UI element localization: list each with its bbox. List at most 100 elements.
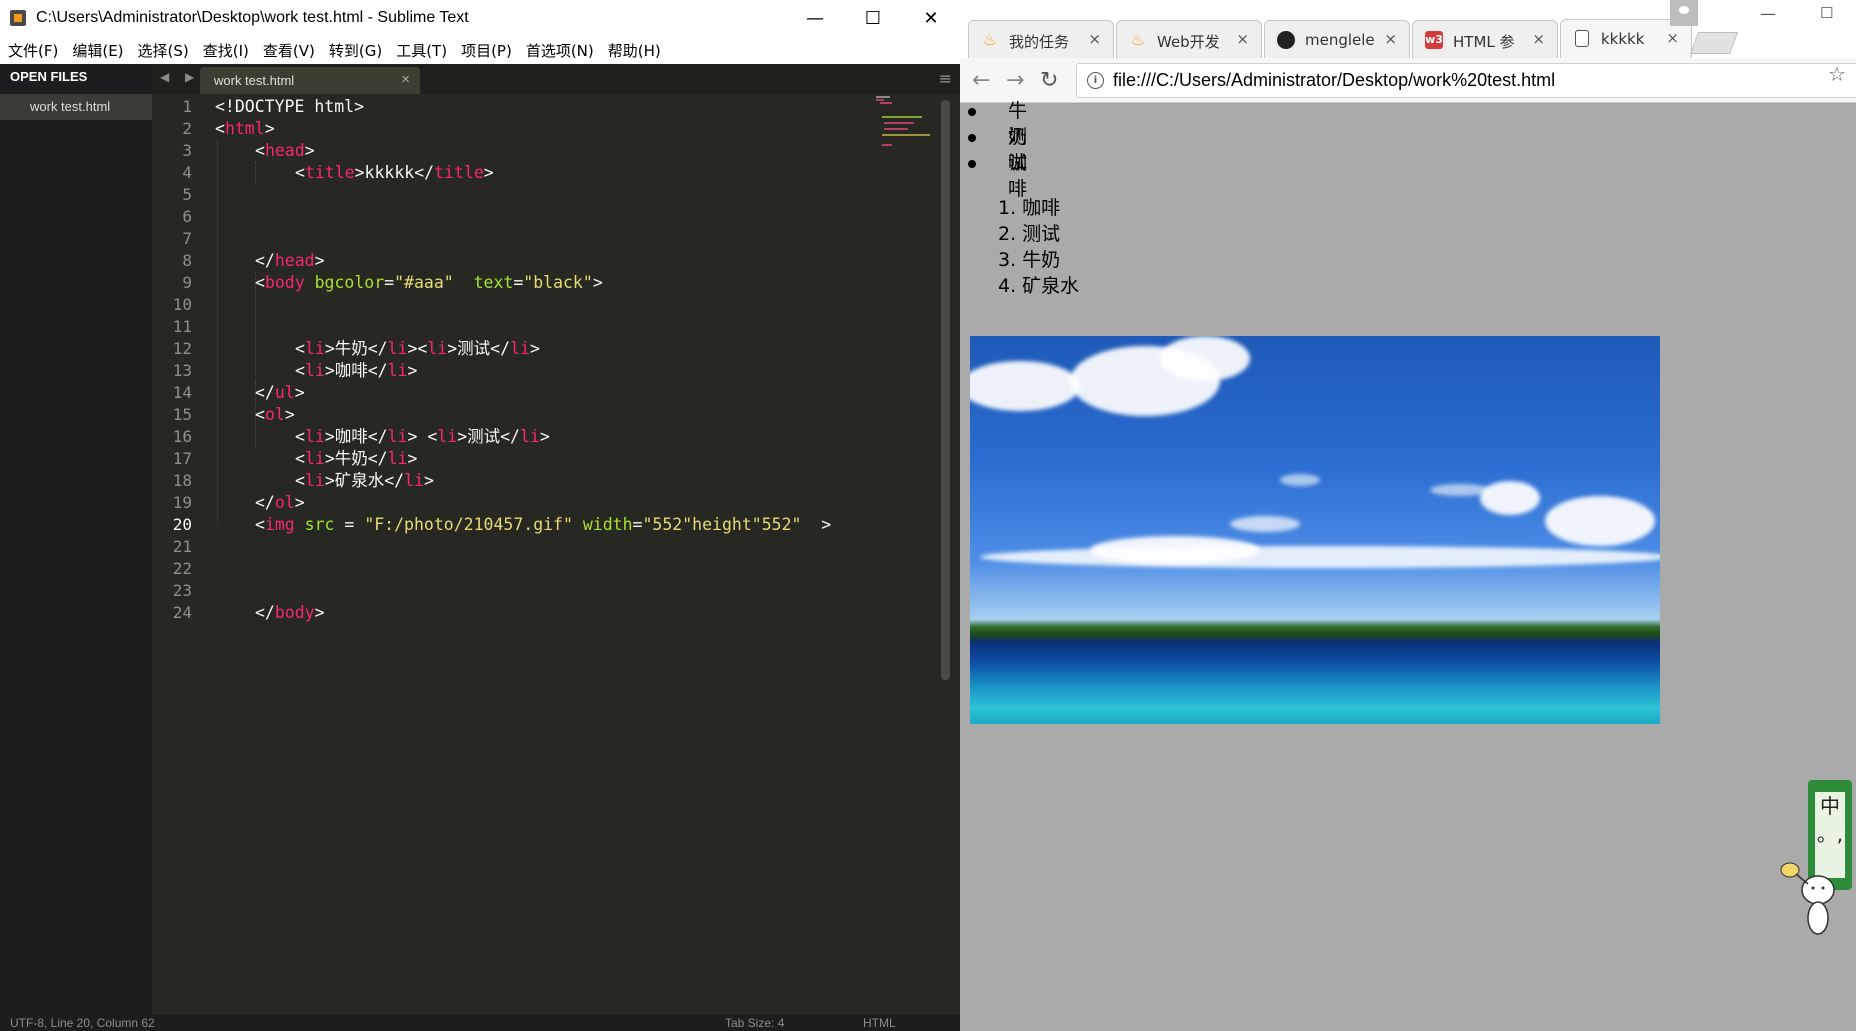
code-line-24: </body> [255, 603, 325, 622]
bunny-mascot-icon [1780, 862, 1835, 935]
menu-find[interactable]: 查找(I) [197, 38, 255, 64]
window-title: C:\Users\Administrator\Desktop\work test… [36, 9, 469, 26]
minimap-line [876, 96, 890, 98]
line-number: 22 [172, 559, 192, 578]
chrome-tab-label: 我的任务 [1009, 33, 1070, 51]
line-number: 15 [172, 405, 192, 424]
maximize-button[interactable]: ☐ [844, 0, 902, 38]
line-number: 3 [182, 141, 192, 160]
cloud [1280, 474, 1320, 486]
close-button[interactable]: ✕ [902, 0, 960, 38]
menu-edit[interactable]: 编辑(E) [66, 38, 129, 64]
chrome-toolbar: ← → ↻ i file:///C:/Users/Administrator/D… [960, 58, 1856, 103]
chrome-tab-2[interactable]: menglele × [1264, 20, 1410, 59]
line-number: 9 [182, 273, 192, 292]
chrome-tab-3[interactable]: w3 HTML 参 × [1412, 20, 1558, 59]
menu-view[interactable]: 查看(V) [257, 38, 321, 64]
menu-selection[interactable]: 选择(S) [132, 38, 195, 64]
tab-nav-arrows[interactable]: ◀ ▶ [160, 70, 200, 84]
forward-arrow-icon[interactable]: → [1006, 68, 1024, 93]
code-line-19: </ol> [255, 493, 305, 512]
line-number: 19 [172, 493, 192, 512]
tab-close-icon[interactable]: × [1532, 30, 1545, 48]
tab-work-test-html[interactable]: work test.html × [200, 67, 420, 94]
chrome-tab-label: Web开发 [1157, 33, 1220, 51]
chrome-minimize-button[interactable]: — [1760, 4, 1776, 23]
minimap-line [880, 102, 892, 104]
back-arrow-icon[interactable]: ← [972, 68, 990, 93]
cloud [1160, 336, 1250, 381]
menu-bar: 文件(F) 编辑(E) 选择(S) 查找(I) 查看(V) 转到(G) 工具(T) 项目(P)… [0, 38, 960, 64]
menu-goto[interactable]: 转到(G) [323, 38, 388, 64]
line-number: 5 [182, 185, 192, 204]
line-number: 20 [172, 515, 192, 534]
minimize-button[interactable]: — [786, 0, 844, 38]
tab-close-icon[interactable]: × [401, 71, 410, 88]
ol-list-item: 3. 牛奶 [998, 249, 1061, 271]
chrome-maximize-button[interactable]: ☐ [1820, 4, 1833, 22]
cloud [1230, 516, 1300, 532]
ime-language-widget[interactable]: 中 。, [1770, 780, 1856, 950]
line-number: 4 [182, 163, 192, 182]
tab-close-icon[interactable]: × [1384, 30, 1397, 48]
menu-help[interactable]: 帮助(H) [602, 38, 667, 64]
indent-guide [255, 162, 256, 184]
cloud [980, 546, 1660, 568]
code-line-15: <ol> [255, 405, 295, 424]
status-syntax[interactable]: HTML [863, 1016, 896, 1030]
status-tab-size[interactable]: Tab Size: 4 [725, 1016, 784, 1030]
line-number: 13 [172, 361, 192, 380]
code-line-13: <li>咖啡</li> [295, 361, 418, 380]
chrome-tab-label: HTML 参 [1453, 33, 1515, 51]
page-icon [1575, 30, 1589, 47]
code-line-8: </head> [255, 251, 325, 270]
user-profile-icon[interactable] [1670, 0, 1698, 26]
new-tab-button[interactable] [1689, 32, 1739, 54]
status-bar: UTF-8, Line 20, Column 62 Tab Size: 4 HT… [0, 1015, 960, 1031]
bookmark-star-icon[interactable]: ☆ [1828, 62, 1846, 86]
line-number-gutter: 1 2 3 4 5 6 7 8 9 10 11 12 13 14 15 16 17 18 19 20 21 22 23 24 [152, 96, 212, 1015]
tab-close-icon[interactable]: × [1088, 30, 1101, 48]
url-text[interactable]: file:///C:/Users/Administrator/Desktop/w… [1113, 70, 1555, 91]
bullet-icon [968, 108, 976, 116]
info-icon[interactable]: i [1087, 72, 1104, 89]
code-line-1: <!DOCTYPE html> [215, 97, 365, 116]
ime-punct-mode: 。, [1816, 822, 1844, 846]
bullet-icon [968, 134, 976, 142]
cloud [1090, 536, 1260, 564]
github-icon [1277, 31, 1295, 49]
editor-scrollbar[interactable] [941, 100, 950, 680]
tab-menu-icon[interactable]: ≡ [939, 69, 952, 88]
cloud [1480, 481, 1540, 515]
menu-project[interactable]: 项目(P) [455, 38, 518, 64]
line-number: 10 [172, 295, 192, 314]
line-number: 1 [182, 97, 192, 116]
sidebar-file-item[interactable]: work test.html [0, 94, 152, 120]
line-number: 16 [172, 427, 192, 446]
ol-list-item: 4. 矿泉水 [998, 275, 1080, 297]
line-number: 8 [182, 251, 192, 270]
chrome-tab-0[interactable]: ♨ 我的任务 × [968, 20, 1114, 59]
line-number: 21 [172, 537, 192, 556]
address-bar[interactable]: i file:///C:/Users/Administrator/Desktop… [1076, 63, 1856, 98]
menu-file[interactable]: 文件(F) [2, 38, 64, 64]
reload-icon[interactable]: ↻ [1040, 68, 1058, 93]
tab-close-icon[interactable]: × [1236, 30, 1249, 48]
menu-preferences[interactable]: 首选项(N) [520, 38, 600, 64]
code-editor[interactable]: <!DOCTYPE html> <html> <head> <title>kkk… [215, 96, 865, 1015]
code-line-12: <li>牛奶</li><li>测试</li> [295, 339, 540, 358]
status-position: UTF-8, Line 20, Column 62 [10, 1016, 155, 1030]
minimap[interactable] [870, 96, 930, 156]
minimap-line [882, 144, 892, 146]
bullet-icon [968, 160, 976, 168]
chrome-tab-1[interactable]: ♨ Web开发 × [1116, 20, 1262, 59]
line-number: 2 [182, 119, 192, 138]
menu-tools[interactable]: 工具(T) [390, 38, 453, 64]
tab-close-icon[interactable]: × [1666, 29, 1679, 47]
code-line-9: <body bgcolor="#aaa" text="black"> [255, 273, 603, 292]
minimap-line [884, 122, 914, 124]
sublime-window: C:\Users\Administrator\Desktop\work test… [0, 0, 960, 1031]
cloud [970, 361, 1080, 411]
ime-chinese-char: 中 [1820, 794, 1840, 818]
chrome-tabstrip: ♨ 我的任务 × ♨ Web开发 × menglele × w3 HTML 参 … [960, 0, 1856, 59]
